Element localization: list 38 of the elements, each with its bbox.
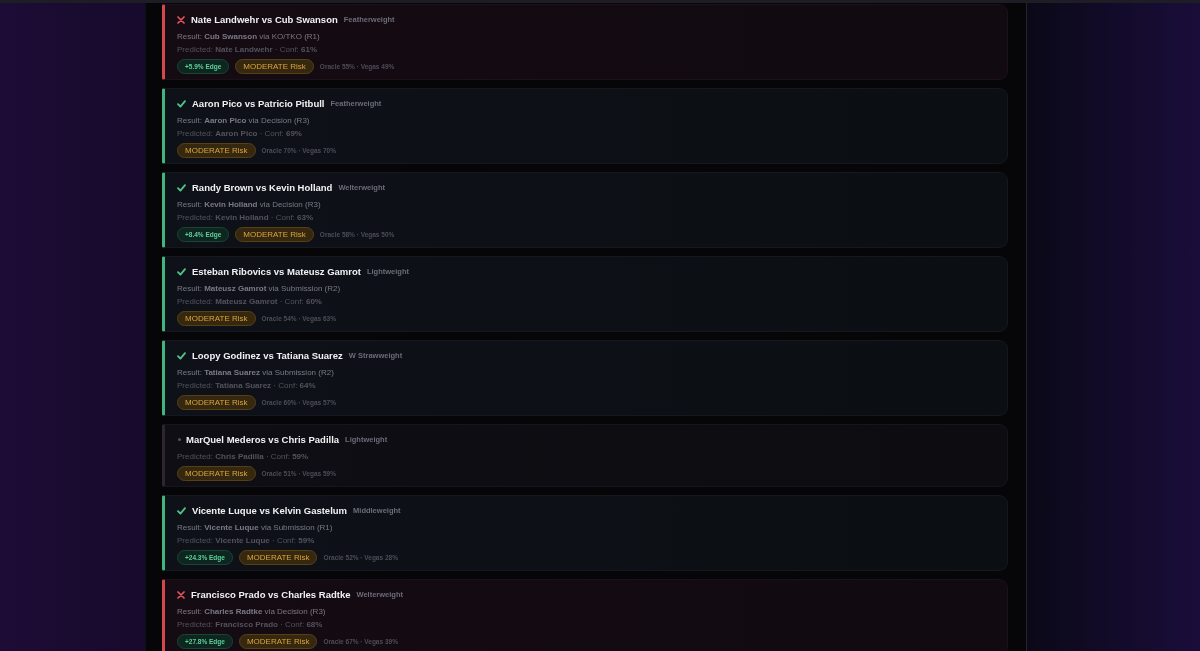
prediction-text: Predicted: Aaron Pico · Conf: 69% [177,128,302,140]
result-text: Result: Tatiana Suarez via Submission (R2) [177,367,334,379]
check-icon [177,351,186,360]
check-icon [177,99,186,108]
matchup-title: Nate Landwehr vs Cub Swanson [191,14,338,25]
prediction-text: Predicted: Francisco Prado · Conf: 68% [177,619,323,631]
result-text: Result: Charles Radtke via Decision (R3) [177,606,326,618]
result-text: Result: Cub Swanson via KO/TKO (R1) [177,31,320,43]
prediction-text: Predicted: Mateusz Gamrot · Conf: 60% [177,296,322,308]
prediction-text: Predicted: Chris Padilla · Conf: 59% [177,451,309,463]
result-text: Result: Vicente Luque via Submission (R1) [177,522,333,534]
matchup-title: Aaron Pico vs Patricio Pitbull [192,98,325,109]
matchup-title: Randy Brown vs Kevin Holland [192,182,333,193]
prediction-text: Predicted: Kevin Holland · Conf: 63% [177,212,314,224]
check-icon [177,506,186,515]
risk-badge: MODERATE Risk [238,634,318,649]
check-icon [177,183,186,192]
risk-badge: MODERATE Risk [238,550,318,565]
risk-badge: MODERATE Risk [235,227,314,242]
matchup-title: Esteban Ribovics vs Mateusz Gamrot [192,266,361,277]
matchup-title: MarQuel Mederos vs Chris Padilla [186,434,340,445]
result-text: Result: Mateusz Gamrot via Submission (R2) [177,283,341,295]
risk-badge: MODERATE Risk [177,143,256,158]
cross-icon [177,590,185,599]
matchup-title: Loopy Godinez vs Tatiana Suarez [192,350,343,361]
prediction-text: Predicted: Nate Landwehr · Conf: 61% [177,44,318,56]
matchup-title: Vicente Luque vs Kelvin Gastelum [192,505,348,516]
result-text: Result: Kevin Holland via Decision (R3) [177,199,321,211]
risk-badge: MODERATE Risk [177,395,256,410]
risk-badge: MODERATE Risk [177,466,256,481]
prediction-text: Predicted: Vicente Luque · Conf: 59% [177,535,315,547]
cross-icon [177,15,185,24]
dot-icon [178,438,181,441]
check-icon [177,267,186,276]
result-text: Result: Aaron Pico via Decision (R3) [177,115,310,127]
matchup-title: Francisco Prado vs Charles Radtke [191,589,351,600]
risk-badge: MODERATE Risk [177,311,256,326]
risk-badge: MODERATE Risk [235,59,314,74]
